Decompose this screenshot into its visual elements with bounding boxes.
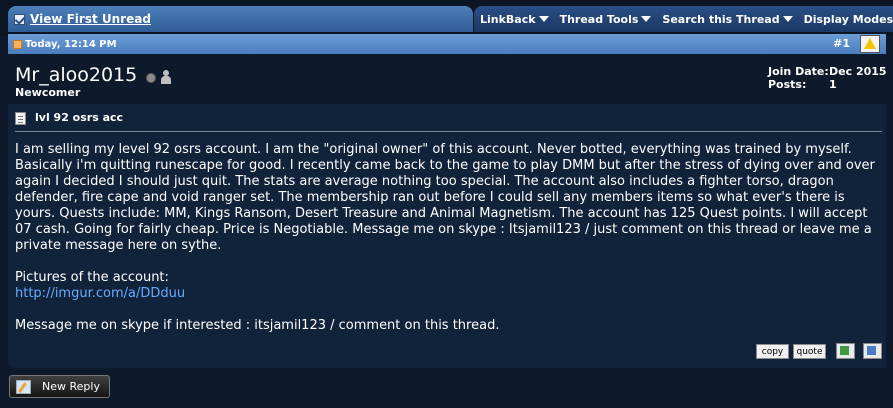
search-thread-label: Search this Thread: [662, 12, 780, 26]
display-modes-label: Display Modes: [803, 12, 893, 26]
post-header: Today, 12:14 PM #1: [8, 34, 886, 54]
pictures-link[interactable]: http://imgur.com/a/DDduu: [15, 286, 185, 301]
search-thread-menu[interactable]: Search this Thread: [662, 12, 793, 26]
user-info-panel: [8, 54, 886, 106]
post-title: lvl 92 osrs acc: [35, 111, 124, 124]
new-reply-button[interactable]: New Reply: [9, 375, 110, 398]
username-link[interactable]: Mr_aloo2015: [15, 64, 137, 86]
user-icon: [160, 70, 172, 84]
post-date: Today, 12:14 PM: [25, 38, 117, 50]
posts-count: 1: [829, 78, 837, 91]
view-first-unread-tab[interactable]: View First Unread: [8, 6, 473, 32]
posts-label: Posts:: [768, 78, 807, 91]
multiquote-button[interactable]: [836, 343, 855, 359]
copy-button[interactable]: copy: [756, 344, 789, 359]
pencil-icon: [16, 379, 31, 394]
message-paragraph: I am selling my level 92 osrs account. I…: [15, 142, 875, 253]
document-icon: [15, 112, 26, 125]
warning-icon[interactable]: [860, 35, 880, 53]
post-icon: [13, 39, 22, 49]
offline-status-icon: [146, 73, 156, 83]
display-modes-menu[interactable]: Display Modes: [804, 13, 893, 26]
view-first-unread-link[interactable]: View First Unread: [30, 12, 151, 26]
checkbox-icon: [14, 13, 25, 25]
thread-tools-label: Thread Tools: [559, 12, 639, 26]
post-number-link[interactable]: #1: [833, 37, 850, 50]
post-message: I am selling my level 92 osrs account. I…: [15, 142, 883, 334]
closing-line: Message me on skype if interested : itsj…: [15, 318, 500, 333]
multiquote-icon: [840, 346, 849, 355]
join-date-label: Join Date:: [768, 65, 829, 78]
thread-menu-bar: LinkBack Thread Tools Search this Thread…: [474, 6, 893, 32]
quote-button[interactable]: quote: [793, 344, 826, 359]
linkback-label: LinkBack: [480, 12, 536, 26]
divider: [15, 131, 882, 132]
join-date-value: Dec 2015: [829, 65, 887, 78]
chevron-down-icon: [641, 16, 652, 22]
user-title: Newcomer: [15, 86, 81, 99]
thread-tools-menu[interactable]: Thread Tools: [560, 13, 652, 26]
new-reply-label: New Reply: [42, 380, 100, 393]
chevron-down-icon: [782, 16, 793, 22]
user-stats: Join Date:Dec 2015 Posts: 1: [768, 65, 887, 91]
quick-reply-button[interactable]: [863, 343, 882, 359]
quick-reply-icon: [867, 346, 876, 355]
pictures-label: Pictures of the account:: [15, 270, 169, 285]
chevron-down-icon: [538, 16, 549, 22]
linkback-menu[interactable]: LinkBack: [480, 13, 549, 26]
